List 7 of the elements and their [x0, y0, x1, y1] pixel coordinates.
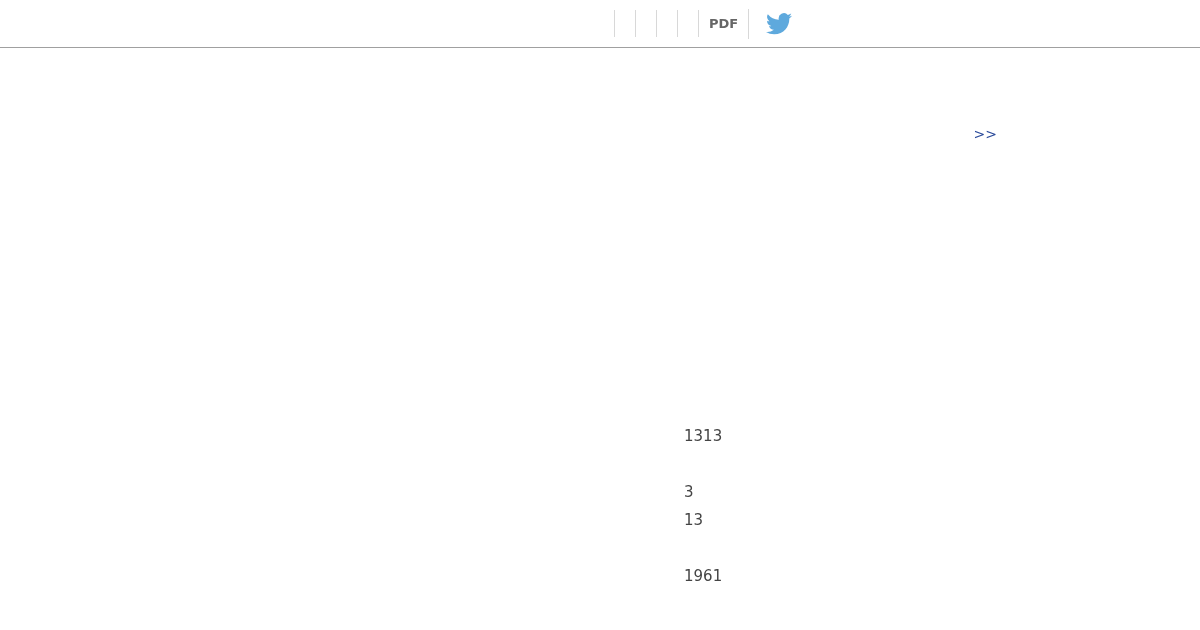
bird-icon[interactable]: [766, 12, 793, 35]
value-text: 1961: [684, 566, 723, 587]
value-text: 1313: [684, 426, 723, 447]
pdf-link[interactable]: PDF: [709, 13, 739, 34]
next-link[interactable]: >>: [973, 124, 997, 145]
value-text: 13: [684, 510, 704, 531]
value-text: 3: [684, 482, 694, 503]
